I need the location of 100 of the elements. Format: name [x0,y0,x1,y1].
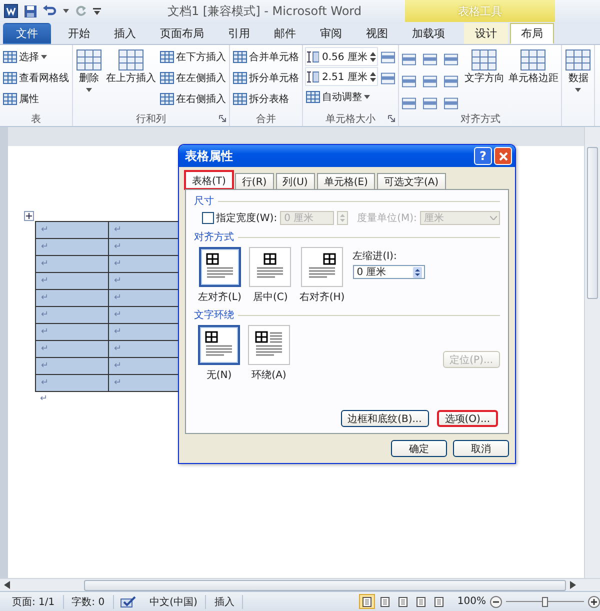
dialog-button[interactable]: 边框和底纹(B)... [340,410,429,427]
ribbon-button[interactable]: 在右侧插入 [159,89,227,109]
table-cell: ↵ [36,290,109,307]
ribbon-tab[interactable]: 插入 [103,23,147,44]
undo-icon[interactable] [43,5,57,17]
table-icon [520,49,546,71]
ribbon-button[interactable]: 文字方向 [463,47,506,88]
dialog-tab[interactable]: 可选文字(A) [376,173,446,189]
page-count[interactable]: 页面: 1/1 [4,594,64,608]
vertical-scrollbar[interactable] [584,127,600,578]
language-indicator[interactable]: 中文(中国) [142,594,206,608]
close-button[interactable] [494,147,512,165]
page-view-icon [380,596,390,606]
height-icon [307,70,319,82]
dialog-tab[interactable]: 表格(T) [185,171,233,189]
alignment-option[interactable] [198,247,241,287]
ribbon-button[interactable]: 属性 [2,89,70,109]
zoom-slider-thumb[interactable] [542,596,548,606]
ribbon-tab[interactable]: 页面布局 [149,23,215,44]
help-button[interactable]: ? [474,147,492,165]
ribbon-button[interactable]: 自动调整 [305,87,378,107]
window-title: 文档1 [兼容模式] - Microsoft Word [166,2,363,20]
indent-field[interactable]: 0 厘米 [352,265,425,279]
wrapping-option[interactable] [198,325,240,365]
ribbon-button[interactable]: 数据 [564,47,592,94]
section-heading: 尺寸 [194,194,214,208]
alignment-option[interactable] [301,247,344,287]
scrollbar-thumb[interactable] [587,147,598,299]
customize-caret-icon[interactable] [93,6,101,16]
scroll-right-icon[interactable] [570,581,576,589]
zoom-out-icon[interactable] [490,596,502,608]
ribbon-tab[interactable]: 布局 [510,23,554,44]
ribbon-button[interactable]: 单元格边距 [507,47,560,88]
zoom-level[interactable]: 100% [457,596,486,607]
dialog-tab[interactable]: 列(U) [276,173,315,189]
proofing-icon[interactable] [120,596,136,608]
table-cell: ↵ [36,324,109,341]
table-icon [306,91,320,103]
group-label: 行和列 [136,112,166,126]
ribbon-tab[interactable]: 开始 [57,23,101,44]
width-checkbox[interactable]: 指定宽度(W): [202,211,278,225]
ribbon-tab[interactable]: 引用 [217,23,261,44]
caret-icon[interactable] [63,9,69,13]
ribbon-button[interactable]: 合并单元格 [232,47,300,67]
horizontal-scrollbar[interactable] [0,578,600,591]
dialog-button[interactable]: 取消 [453,440,509,457]
ribbon-button[interactable]: 在下方插入 [159,47,227,67]
spinner-icon[interactable] [412,266,422,278]
group-label: 单元格大小 [326,112,376,126]
spin-field[interactable]: 2.51 厘米 [305,67,378,86]
ribbon-tab[interactable]: 审阅 [309,23,353,44]
table-cell: ↵ [36,239,109,256]
ribbon-tab[interactable]: 视图 [355,23,399,44]
move-handle-icon[interactable] [24,211,34,221]
group-label: 表 [31,112,41,126]
ribbon-button[interactable]: 在左侧插入 [159,68,227,88]
table-icon [233,72,247,84]
alignment-option[interactable] [249,247,292,287]
table-icon [160,72,174,84]
ribbon-button[interactable]: 在上方插入 [105,47,157,88]
dialog-button[interactable]: 选项(O)... [436,410,498,427]
ribbon-button[interactable]: 拆分表格 [232,89,300,109]
section-heading: 文字环绕 [194,308,234,322]
table-icon [3,51,17,63]
table-cell: ↵ [36,256,109,273]
ribbon-tab[interactable]: 邮件 [263,23,307,44]
contextual-tab-label: 表格工具 [405,0,555,22]
ribbon-button[interactable]: 选择 [2,47,70,67]
spinner-icon[interactable] [370,70,376,82]
paragraph-mark: ↵ [39,394,49,404]
page-view-icon [362,596,372,606]
option-label: 左对齐(L) [198,290,242,304]
ribbon-tab[interactable]: 加载项 [401,23,456,44]
table-cell: ↵ [36,375,109,392]
save-icon[interactable] [24,4,37,18]
dialog-tab[interactable]: 行(R) [234,173,274,189]
app-icon[interactable] [4,4,18,18]
table-icon [471,49,498,71]
ribbon-button[interactable]: 查看网格线 [2,68,70,88]
close-icon [498,152,508,160]
view-button[interactable] [359,594,376,609]
dialog-tab[interactable]: 单元格(E) [316,173,375,189]
ribbon-tab[interactable]: 设计 [464,23,508,44]
wrapping-option[interactable] [248,325,290,365]
word-count[interactable]: 字数: 0 [64,594,114,608]
dialog-launcher-icon[interactable] [388,115,396,122]
dialog-button[interactable]: 确定 [391,440,447,457]
zoom-in-icon[interactable] [588,596,600,608]
spin-field[interactable]: 0.56 厘米 [305,47,378,66]
table-icon [118,49,144,71]
ribbon-tab[interactable]: 文件 [3,23,51,44]
ribbon-button[interactable]: 删除 [75,47,103,94]
spinner-icon[interactable] [370,50,376,62]
scroll-left-icon[interactable] [4,581,10,589]
insert-mode-indicator[interactable]: 插入 [206,594,244,608]
unit-label: 度量单位(M): [357,212,417,225]
dialog-launcher-icon[interactable] [219,115,226,122]
ribbon-button[interactable]: 拆分单元格 [232,68,300,88]
scrollbar-thumb[interactable] [84,580,566,590]
table-cell: ↵ [36,307,109,324]
